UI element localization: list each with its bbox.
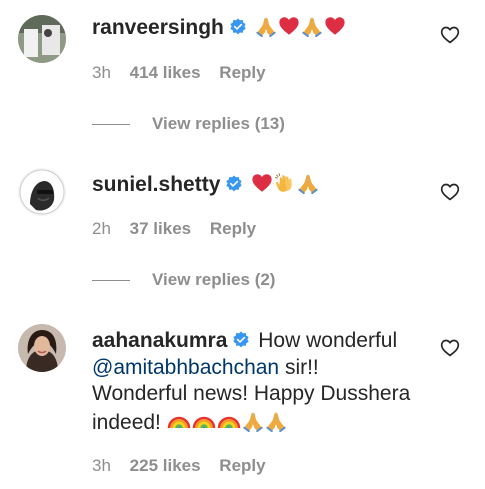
- pray-emoji-icon: [255, 15, 277, 37]
- comment-text: sir!!: [279, 355, 319, 379]
- clap-emoji-icon: [274, 172, 296, 194]
- comment-meta: 3h 225 likes Reply: [92, 456, 280, 476]
- pray-emoji-icon: [265, 410, 287, 432]
- divider-line: [92, 280, 130, 282]
- like-heart-icon[interactable]: [440, 182, 460, 202]
- heart-emoji-icon: [324, 15, 346, 37]
- comment-body: ranveersingh: [92, 15, 422, 42]
- comment-body: aahanakumra How wonderful @amitabhbachch…: [92, 328, 422, 436]
- like-heart-icon[interactable]: [440, 338, 460, 358]
- comment-text: How wonderful: [258, 329, 398, 352]
- comment-time[interactable]: 3h: [92, 456, 111, 475]
- comment-username[interactable]: ranveersingh: [92, 16, 224, 39]
- pray-emoji-icon: [242, 410, 264, 432]
- pray-emoji-icon: [301, 15, 323, 37]
- likes-count[interactable]: 414 likes: [130, 63, 201, 82]
- view-replies-button[interactable]: View replies (13): [92, 114, 285, 134]
- comment-meta: 2h 37 likes Reply: [92, 219, 270, 239]
- view-replies-label[interactable]: View replies (13): [152, 114, 285, 133]
- divider-line: [92, 124, 130, 126]
- avatar[interactable]: [18, 168, 66, 216]
- view-replies-label[interactable]: View replies (2): [152, 270, 275, 289]
- rainbow-emoji-icon: [217, 408, 241, 432]
- reply-button[interactable]: Reply: [210, 219, 256, 238]
- verified-badge-icon: [232, 331, 250, 349]
- comment-text: Wonderful news! Happy Dusshera: [92, 382, 411, 405]
- rainbow-emoji-icon: [192, 408, 216, 432]
- comment-username[interactable]: suniel.shetty: [92, 173, 220, 196]
- mention-link[interactable]: @amitabhbachchan: [92, 356, 279, 379]
- like-heart-icon[interactable]: [440, 25, 460, 45]
- reply-button[interactable]: Reply: [219, 63, 265, 82]
- heart-emoji-icon: [251, 172, 273, 194]
- likes-count[interactable]: 37 likes: [130, 219, 191, 238]
- comment-list: ranveersingh 3h 414 likes Reply View rep…: [0, 0, 485, 489]
- reply-button[interactable]: Reply: [219, 456, 265, 475]
- likes-count[interactable]: 225 likes: [130, 456, 201, 475]
- verified-badge-icon: [229, 18, 247, 36]
- comment-username[interactable]: aahanakumra: [92, 329, 227, 352]
- heart-emoji-icon: [278, 15, 300, 37]
- view-replies-button[interactable]: View replies (2): [92, 270, 275, 290]
- comment-body: suniel.shetty: [92, 172, 422, 199]
- comment-time[interactable]: 3h: [92, 63, 111, 82]
- avatar[interactable]: [18, 15, 66, 63]
- comment-time[interactable]: 2h: [92, 219, 111, 238]
- avatar[interactable]: [18, 324, 66, 372]
- comment-text: indeed!: [92, 410, 167, 434]
- rainbow-emoji-icon: [167, 408, 191, 432]
- verified-badge-icon: [225, 175, 243, 193]
- comment-meta: 3h 414 likes Reply: [92, 63, 280, 83]
- pray-emoji-icon: [297, 172, 319, 194]
